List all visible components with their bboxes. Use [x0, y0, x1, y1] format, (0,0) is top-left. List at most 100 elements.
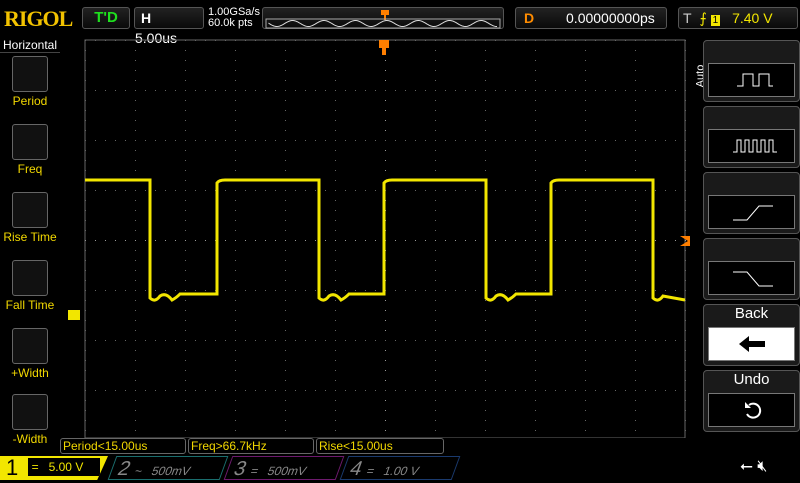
grid-dot [155, 340, 156, 341]
menu-item-rise-time[interactable]: Rise Time [0, 192, 60, 244]
grid-dot [485, 360, 486, 361]
grid-dot [535, 140, 536, 141]
undo-button[interactable]: Undo [703, 370, 800, 432]
grid-dot [475, 390, 476, 391]
grid-dot [535, 200, 536, 201]
grid-dot [145, 190, 146, 191]
grid-dot [315, 290, 316, 291]
t-label: T [683, 10, 692, 26]
grid-dot [155, 40, 156, 41]
waveform-display[interactable] [60, 38, 700, 438]
menu-item-period[interactable]: Period [0, 56, 60, 108]
grid-dot [385, 170, 386, 171]
grid-dot [385, 420, 386, 421]
grid-dot [545, 240, 546, 241]
grid-dot [485, 420, 486, 421]
square-wave-button[interactable] [703, 40, 800, 102]
grid-dot [85, 130, 86, 131]
menu-item-freq[interactable]: Freq [0, 124, 60, 176]
grid-dot [535, 40, 536, 41]
grid-dot [685, 250, 686, 251]
grid-dot [575, 390, 576, 391]
grid-dot [335, 40, 336, 41]
grid-dot [335, 290, 336, 291]
grid-dot [435, 380, 436, 381]
grid-dot [205, 40, 206, 41]
grid-dot [135, 430, 136, 431]
grid-dot [535, 250, 536, 251]
grid-dot [185, 330, 186, 331]
grid-dot [235, 290, 236, 291]
grid-dot [135, 140, 136, 141]
grid-dot [285, 240, 286, 241]
grid-dot [535, 330, 536, 331]
grid-dot [205, 90, 206, 91]
grid-dot [125, 240, 126, 241]
grid-dot [285, 430, 286, 431]
trigger-box[interactable]: T ⨍ 1 7.40 V [678, 7, 798, 29]
falling-edge-button[interactable] [703, 238, 800, 300]
menu-item-plus-width[interactable]: +Width [0, 328, 60, 380]
grid-dot [545, 190, 546, 191]
grid-dot [645, 190, 646, 191]
grid-dot [385, 110, 386, 111]
grid-dot [185, 280, 186, 281]
grid-dot [485, 430, 486, 431]
menu-item-minus-width[interactable]: -Width [0, 394, 60, 446]
grid-dot [435, 430, 436, 431]
grid-dot [535, 230, 536, 231]
grid-dot [485, 300, 486, 301]
grid-dot [185, 170, 186, 171]
channel-4-button[interactable]: 4= 1.00 V [339, 456, 461, 480]
channel-2-button[interactable]: 2~ 500mV [107, 456, 229, 480]
grid-dot [635, 80, 636, 81]
grid-dot [645, 290, 646, 291]
grid-dot [685, 300, 686, 301]
grid-dot [535, 320, 536, 321]
grid-dot [135, 400, 136, 401]
grid-dot [235, 390, 236, 391]
grid-dot [455, 290, 456, 291]
grid-dot [485, 90, 486, 91]
grid-dot [635, 50, 636, 51]
grid-dot [315, 340, 316, 341]
grid-dot [435, 220, 436, 221]
grid-dot [685, 60, 686, 61]
rigol-logo: RIGOL [4, 6, 73, 31]
grid-dot [585, 330, 586, 331]
memory-overview[interactable] [262, 7, 504, 29]
grid-dot [635, 120, 636, 121]
grid-dot [395, 240, 396, 241]
delay-box[interactable]: D 0.00000000ps [515, 7, 667, 29]
rising-edge-button[interactable] [703, 172, 800, 234]
pulse-train-button[interactable] [703, 106, 800, 168]
grid-dot [685, 240, 686, 241]
grid-dot [575, 140, 576, 141]
grid-dot [305, 340, 306, 341]
grid-dot [655, 240, 656, 241]
grid-dot [185, 180, 186, 181]
grid-dot [445, 90, 446, 91]
grid-dot [435, 190, 436, 191]
grid-dot [485, 310, 486, 311]
grid-dot [285, 260, 286, 261]
grid-dot [245, 390, 246, 391]
back-button[interactable]: Back [703, 304, 800, 366]
grid-dot [585, 310, 586, 311]
grid-dot [235, 80, 236, 81]
channel-1-button[interactable]: 1 = 5.00 V [0, 456, 108, 480]
grid-dot [635, 420, 636, 421]
channel-3-button[interactable]: 3= 500mV [223, 456, 345, 480]
grid-dot [395, 140, 396, 141]
grid-dot [535, 80, 536, 81]
grid-dot [225, 40, 226, 41]
grid-dot [315, 90, 316, 91]
menu-item-fall-time[interactable]: Fall Time [0, 260, 60, 312]
grid-dot [655, 190, 656, 191]
timebase-box[interactable]: H 5.00us [134, 7, 204, 46]
grid-dot [635, 240, 636, 241]
label: Period [12, 94, 48, 108]
grid-dot [545, 290, 546, 291]
grid-dot [255, 290, 256, 291]
grid-dot [385, 400, 386, 401]
